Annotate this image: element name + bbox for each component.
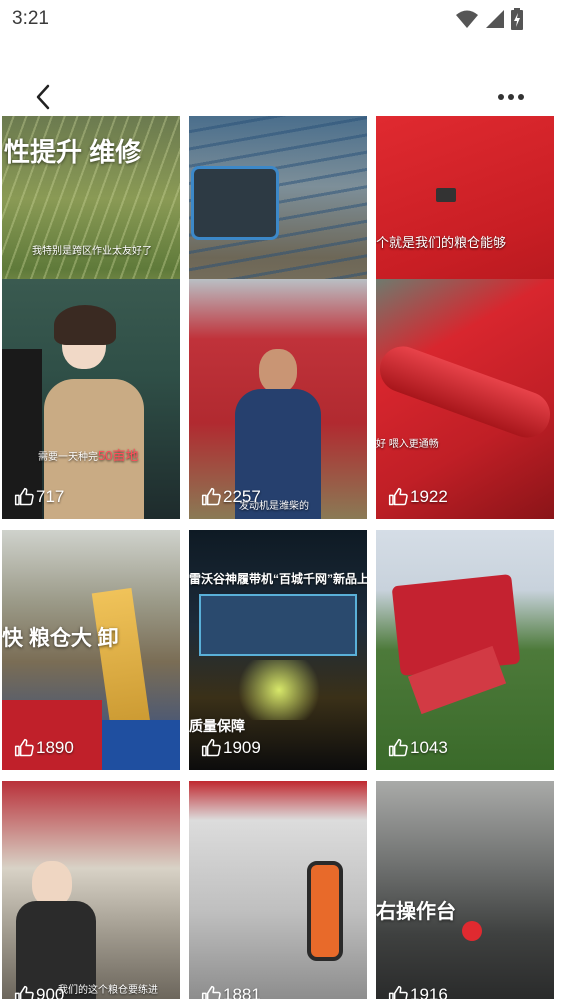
like-count-value: 1043 — [410, 738, 448, 757]
like-count-value: 1922 — [410, 487, 448, 506]
wifi-icon — [456, 10, 478, 28]
like-count: 1909 — [201, 738, 261, 758]
like-count-value: 717 — [36, 487, 65, 506]
video-tile[interactable]: 快 粮仓大 卸 1890 — [2, 530, 180, 770]
video-caption: 个就是我们的粮仓能够 — [376, 235, 507, 250]
thumbs-up-icon — [388, 738, 408, 757]
video-tile[interactable]: 好 喂入更通畅 1922 — [376, 279, 554, 519]
like-count: 1922 — [388, 487, 448, 507]
back-button[interactable] — [26, 80, 60, 114]
like-count: 717 — [14, 487, 64, 507]
video-overlay-text: 右操作台 — [376, 901, 456, 923]
thumbs-up-icon — [201, 487, 221, 506]
video-overlay-text: 快 粮仓大 卸 — [2, 627, 119, 650]
video-tile[interactable]: 我们的这个粮仓要练进 900 — [2, 781, 180, 999]
like-count: 1043 — [388, 738, 448, 758]
video-tile[interactable]: 1043 — [376, 530, 554, 770]
person-face — [259, 349, 297, 393]
thumbs-up-icon — [388, 985, 408, 999]
video-overlay-text: 性提升 维修 — [4, 137, 142, 167]
thumbs-up-icon — [14, 487, 34, 506]
video-tile[interactable]: 雷沃谷神履带机“百城千网”新品上 质量保障 1909 — [189, 530, 367, 770]
like-count-value: 1890 — [36, 738, 74, 757]
video-tile[interactable]: 右操作台 1916 — [376, 781, 554, 999]
video-tile[interactable]: 发动机是潍柴的 2257 — [189, 279, 367, 519]
thumbs-up-icon — [201, 985, 221, 999]
like-count: 2257 — [201, 487, 261, 507]
person-hair — [54, 305, 116, 345]
video-caption: 我们的这个粮仓要练进 — [58, 985, 158, 996]
battery-icon — [511, 8, 523, 30]
video-caption: 好 喂入更通畅 — [376, 439, 439, 450]
like-count-value: 2257 — [223, 487, 261, 506]
like-count: 1890 — [14, 738, 74, 758]
video-caption: 雷沃谷神履带机“百城千网”新品上 — [189, 572, 367, 586]
stage-screen — [199, 594, 357, 656]
video-caption: 我特别是跨区作业太友好了 — [32, 246, 152, 257]
video-tile[interactable]: 1881 — [189, 781, 367, 999]
like-count-value: 1909 — [223, 738, 261, 757]
like-count: 900 — [14, 985, 64, 999]
like-count-value: 1881 — [223, 985, 261, 999]
thumbs-up-icon — [14, 738, 34, 757]
more-dots-icon — [498, 94, 504, 100]
like-count: 1881 — [201, 985, 261, 999]
signal-icon — [486, 10, 504, 28]
like-count: 1916 — [388, 985, 448, 999]
thumbs-up-icon — [14, 985, 34, 999]
chevron-left-icon — [36, 84, 50, 110]
thumbs-up-icon — [201, 738, 221, 757]
like-count-value: 1916 — [410, 985, 448, 999]
status-icons — [455, 8, 523, 30]
joystick — [307, 861, 343, 961]
status-bar: 3:21 — [0, 0, 561, 38]
video-caption: 需要一天种完50亩地 — [38, 448, 139, 463]
video-overlay-text: 质量保障 — [189, 718, 245, 734]
nav-bar — [0, 70, 561, 120]
video-tile[interactable]: 需要一天种完50亩地 717 — [2, 279, 180, 519]
status-time: 3:21 — [12, 8, 49, 29]
more-options-button[interactable] — [491, 80, 531, 114]
thumbs-up-icon — [388, 487, 408, 506]
like-count-value: 900 — [36, 985, 65, 999]
tablet-screen — [191, 166, 279, 240]
